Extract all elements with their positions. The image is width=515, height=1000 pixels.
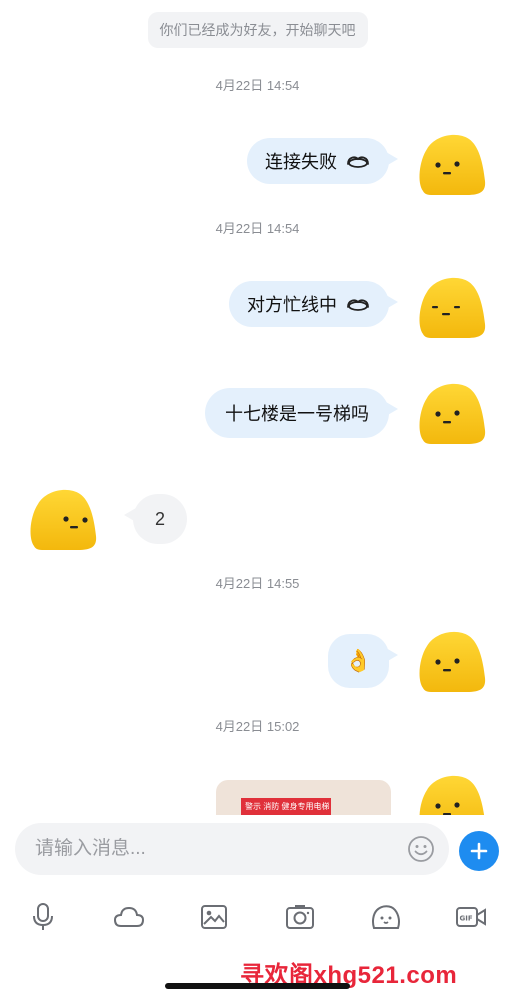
bottom-toolbar: GIF bbox=[0, 890, 515, 945]
message-bubble[interactable]: 👌 bbox=[327, 634, 399, 688]
message-row-outgoing: 十七楼是一号梯吗 bbox=[205, 388, 398, 438]
link-fail-icon[interactable] bbox=[345, 153, 371, 169]
my-avatar[interactable] bbox=[417, 380, 487, 446]
friend-avatar[interactable] bbox=[28, 486, 98, 552]
message-row-incoming: 2 bbox=[123, 494, 188, 544]
timestamp: 4月22日 15:02 bbox=[215, 719, 300, 734]
link-fail-icon[interactable] bbox=[345, 296, 371, 312]
image-sign-text: 警示 消防 健身专用电梯 bbox=[241, 798, 331, 815]
svg-text:GIF: GIF bbox=[460, 915, 473, 923]
chat-area[interactable]: 你们已经成为好友，开始聊天吧 4月22日 14:54 连接失败 4月22日 14… bbox=[0, 0, 515, 815]
image-message[interactable]: 警示 消防 健身专用电梯 bbox=[216, 780, 391, 815]
message-bubble[interactable]: 十七楼是一号梯吗 bbox=[205, 388, 398, 438]
cloud-icon[interactable] bbox=[113, 902, 145, 932]
message-row-outgoing: 对方忙线中 bbox=[229, 279, 398, 329]
message-row-outgoing: 👌 bbox=[327, 634, 399, 688]
message-text: 2 bbox=[155, 508, 166, 529]
message-input[interactable] bbox=[35, 838, 395, 860]
message-text: 十七楼是一号梯吗 bbox=[225, 404, 369, 424]
message-bubble[interactable]: 2 bbox=[123, 494, 188, 544]
message-row-outgoing: 连接失败 bbox=[247, 136, 398, 186]
my-avatar[interactable] bbox=[417, 772, 487, 815]
emoji-face-icon[interactable] bbox=[371, 902, 401, 932]
home-indicator[interactable] bbox=[165, 983, 350, 989]
my-avatar[interactable] bbox=[417, 131, 487, 197]
plus-button[interactable] bbox=[459, 831, 499, 871]
camera-icon[interactable] bbox=[285, 902, 315, 932]
message-bubble[interactable]: 对方忙线中 bbox=[229, 281, 398, 327]
plus-icon bbox=[470, 842, 488, 860]
my-avatar[interactable] bbox=[417, 274, 487, 340]
input-bar bbox=[0, 815, 515, 885]
timestamp: 4月22日 14:55 bbox=[215, 576, 300, 591]
message-input-box[interactable] bbox=[15, 823, 449, 875]
system-notice: 你们已经成为好友，开始聊天吧 bbox=[147, 12, 368, 48]
message-bubble[interactable]: 连接失败 bbox=[247, 138, 398, 184]
message-text: 连接失败 bbox=[265, 152, 337, 172]
microphone-icon[interactable] bbox=[28, 902, 58, 932]
emoji-icon[interactable] bbox=[407, 835, 435, 863]
image-icon[interactable] bbox=[199, 902, 229, 932]
my-avatar[interactable] bbox=[417, 628, 487, 694]
timestamp: 4月22日 14:54 bbox=[215, 221, 300, 236]
ok-hand-emoji: 👌 bbox=[344, 648, 372, 673]
message-text: 对方忙线中 bbox=[247, 295, 337, 315]
gif-icon[interactable]: GIF bbox=[455, 902, 487, 932]
timestamp: 4月22日 14:54 bbox=[215, 78, 300, 93]
